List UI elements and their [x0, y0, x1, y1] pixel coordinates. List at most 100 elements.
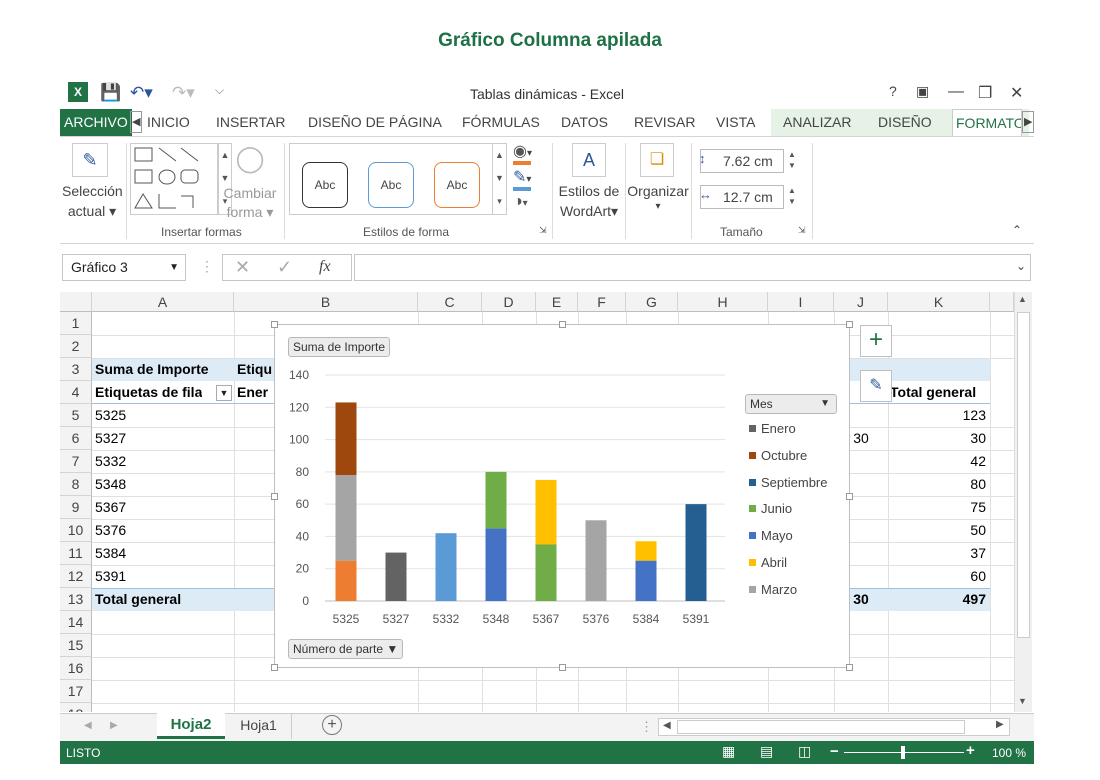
sheet-tab-hoja2[interactable]: Hoja2: [157, 713, 225, 739]
column-header-e[interactable]: E: [536, 292, 578, 312]
column-header-f[interactable]: F: [578, 292, 626, 312]
chart-bar-segment[interactable]: [535, 544, 557, 602]
row-header[interactable]: 12: [60, 565, 92, 588]
row-header[interactable]: 6: [60, 427, 92, 450]
sheet-tab-hoja1[interactable]: Hoja1: [226, 714, 292, 739]
column-header-h[interactable]: H: [678, 292, 768, 312]
column-header-i[interactable]: I: [768, 292, 834, 312]
page-layout-icon[interactable]: ▤: [760, 743, 773, 760]
shape-effects-icon[interactable]: ◑▾: [513, 193, 528, 211]
seleccion-actual-button[interactable]: actual ▾: [62, 203, 122, 220]
chart-bar-segment[interactable]: [485, 528, 507, 601]
total-cell[interactable]: 75: [890, 496, 986, 519]
chart-bar-segment[interactable]: [635, 541, 657, 561]
zoom-level[interactable]: 100 %: [992, 746, 1026, 760]
help-button[interactable]: ?: [889, 83, 897, 99]
row-header[interactable]: 3: [60, 358, 92, 381]
select-all-corner[interactable]: [60, 292, 92, 312]
resize-handle[interactable]: [271, 664, 278, 671]
shape-style-2[interactable]: Abc: [368, 162, 414, 208]
estilos-forma-launcher-icon[interactable]: ⇲: [539, 225, 547, 236]
scroll-right-icon[interactable]: ▶: [996, 719, 1004, 730]
pivot-column-labels[interactable]: Etiqu: [237, 358, 277, 381]
shape-styles-scroll[interactable]: ▲ ▼ ▾: [492, 143, 507, 215]
chart-bar-segment[interactable]: [335, 402, 357, 476]
row-filter-dropdown-icon[interactable]: ▼: [216, 385, 232, 401]
chart-bar-segment[interactable]: [385, 552, 407, 601]
tab-formulas[interactable]: FÓRMULAS: [459, 109, 543, 136]
tab-analizar[interactable]: ANALIZAR: [780, 109, 854, 136]
table-row[interactable]: 5325: [95, 404, 126, 427]
tab-scroll-left-icon[interactable]: ◀: [130, 111, 143, 133]
collapse-ribbon-icon[interactable]: ⌃: [1012, 223, 1022, 237]
shape-style-1[interactable]: Abc: [302, 162, 348, 208]
scroll-left-icon[interactable]: ◀: [663, 720, 671, 731]
tab-diseno-pagina[interactable]: DISEÑO DE PÁGINA: [305, 109, 445, 136]
total-cell[interactable]: 50: [890, 519, 986, 542]
grand-total-label[interactable]: Total general: [95, 588, 181, 611]
expand-formula-icon[interactable]: ⌄: [1016, 259, 1026, 273]
zoom-in-icon[interactable]: +: [966, 742, 975, 759]
table-row[interactable]: 5348: [95, 473, 126, 496]
pivot-chart[interactable]: Suma de Importe 0 20 40 60 80 100 120 140 5325 53…: [271, 321, 853, 671]
shape-width-input[interactable]: 12.7 cm: [700, 185, 784, 209]
minimize-icon[interactable]: —: [948, 83, 964, 101]
row-header[interactable]: 2: [60, 335, 92, 358]
row-header[interactable]: 10: [60, 519, 92, 542]
tab-revisar[interactable]: REVISAR: [631, 109, 698, 136]
column-header-b[interactable]: B: [234, 292, 418, 312]
total-cell[interactable]: 42: [890, 450, 986, 473]
row-header[interactable]: 15: [60, 634, 92, 657]
close-icon[interactable]: ✕: [1010, 83, 1023, 103]
legend-item[interactable]: Septiembre: [749, 475, 827, 490]
row-header[interactable]: 16: [60, 657, 92, 680]
scroll-up-icon[interactable]: ▲: [1018, 294, 1027, 304]
tab-inicio[interactable]: INICIO: [144, 109, 193, 136]
shape-height-input[interactable]: 7.62 cm: [700, 149, 784, 173]
zoom-slider-thumb[interactable]: [901, 746, 905, 759]
shape-style-3[interactable]: Abc: [434, 162, 480, 208]
pivot-column-enero[interactable]: Ener: [237, 381, 277, 404]
pivot-row-labels[interactable]: Etiquetas de fila: [95, 381, 202, 404]
height-spinner[interactable]: ▲ ▼: [788, 149, 796, 171]
table-row[interactable]: 5384: [95, 542, 126, 565]
cambiar-forma-label[interactable]: Cambiar: [216, 185, 284, 201]
resize-handle[interactable]: [271, 321, 278, 328]
tab-archivo[interactable]: ARCHIVO: [60, 109, 132, 136]
column-header-g[interactable]: G: [626, 292, 678, 312]
tab-datos[interactable]: DATOS: [558, 109, 611, 136]
wordart-button[interactable]: WordArt▾: [554, 203, 624, 220]
grand-total-header[interactable]: Total general: [890, 381, 976, 404]
cambiar-forma-button[interactable]: forma ▾: [216, 204, 284, 221]
tab-formato[interactable]: FORMATO: [952, 109, 1022, 136]
tamano-launcher-icon[interactable]: ⇲: [798, 225, 806, 236]
shape-styles-gallery[interactable]: Abc Abc Abc: [289, 143, 507, 215]
cancel-icon[interactable]: ✕: [235, 257, 250, 278]
table-row[interactable]: 5327: [95, 427, 126, 450]
insert-function-icon[interactable]: fx: [319, 258, 331, 276]
organizar-dropdown-icon[interactable]: ▾: [626, 201, 690, 212]
total-cell[interactable]: 80: [890, 473, 986, 496]
shape-outline-icon[interactable]: ✎▾: [513, 167, 531, 191]
sheet-prev-icon[interactable]: ◀: [84, 720, 92, 731]
row-header[interactable]: 18: [60, 703, 92, 712]
total-cell[interactable]: 497: [890, 588, 986, 611]
change-shape-icon[interactable]: ◯: [230, 143, 270, 177]
arrange-icon[interactable]: ❏: [640, 143, 674, 177]
vertical-scrollbar[interactable]: ▲ ▼: [1014, 292, 1032, 712]
normal-view-icon[interactable]: ▦: [722, 743, 735, 760]
row-header[interactable]: 1: [60, 312, 92, 335]
row-header[interactable]: 8: [60, 473, 92, 496]
chart-bar-segment[interactable]: [635, 560, 657, 601]
tab-scroll-right-icon[interactable]: ▶: [1022, 111, 1035, 133]
zoom-out-icon[interactable]: −: [830, 743, 839, 760]
legend-item[interactable]: Junio: [749, 501, 792, 516]
chart-bar-segment[interactable]: [535, 479, 557, 545]
scroll-thumb[interactable]: [1017, 312, 1030, 638]
total-cell[interactable]: 60: [890, 565, 986, 588]
resize-handle[interactable]: [846, 321, 853, 328]
resize-handle[interactable]: [846, 664, 853, 671]
table-row[interactable]: 5376: [95, 519, 126, 542]
column-header-c[interactable]: C: [418, 292, 482, 312]
pivot-value-label[interactable]: Suma de Importe: [95, 358, 209, 381]
